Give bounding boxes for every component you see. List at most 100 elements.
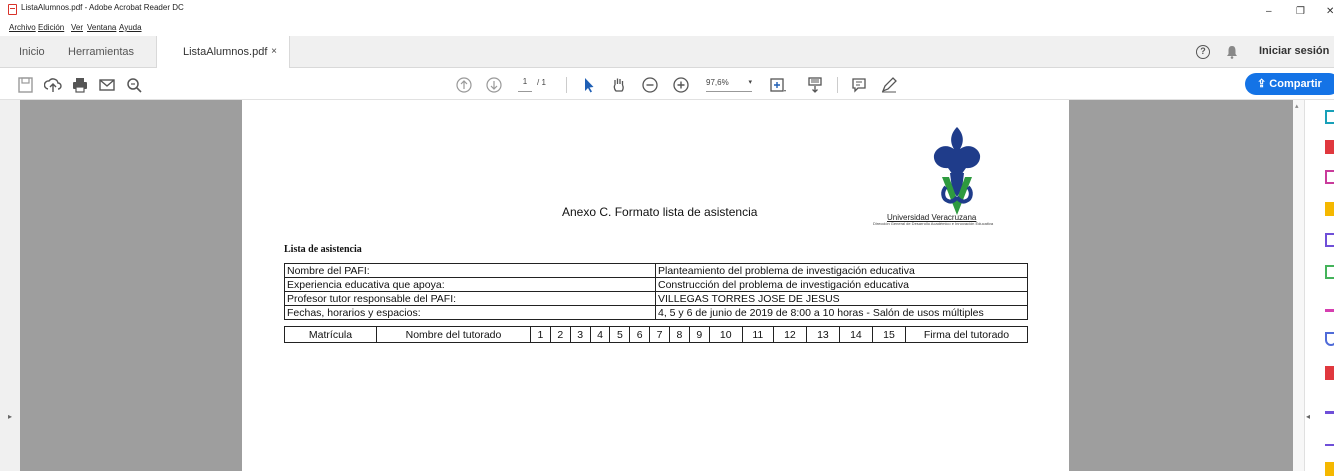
info-label: Nombre del PAFI:	[284, 263, 656, 278]
table-header-row: Matrícula Nombre del tutorado 1 2 3 4 5 …	[284, 326, 1028, 343]
zoom-select[interactable]: 97,6% ▾	[706, 78, 752, 92]
header-session: 13	[805, 326, 840, 343]
signin-link[interactable]: Iniciar sesión	[1259, 45, 1329, 57]
close-tab-icon[interactable]: ×	[271, 36, 277, 68]
organize-pages-icon[interactable]	[1325, 233, 1334, 247]
header-session: 3	[569, 326, 591, 343]
chevron-up-icon[interactable]: ▴	[1295, 102, 1299, 110]
pen-sign-icon[interactable]	[880, 76, 898, 94]
info-value: Construcción del problema de investigaci…	[655, 277, 1028, 292]
page-number-input[interactable]: 1	[518, 77, 532, 92]
info-value: 4, 5 y 6 de junio de 2019 de 8:00 a 10 h…	[655, 305, 1028, 320]
bell-icon[interactable]	[1226, 45, 1238, 59]
help-icon[interactable]: ?	[1196, 45, 1210, 59]
fill-sign-icon[interactable]	[1325, 298, 1334, 312]
table-row: Fechas, horarios y espacios: 4, 5 y 6 de…	[284, 305, 1028, 320]
zoom-out-icon[interactable]	[641, 76, 659, 94]
acrobat-icon	[8, 4, 17, 15]
email-icon[interactable]	[98, 76, 116, 94]
header-session: 5	[609, 326, 631, 343]
page-margin-left	[20, 100, 242, 471]
menu-ayuda[interactable]: Ayuda	[119, 23, 142, 32]
header-session: 2	[549, 326, 571, 343]
chevron-left-icon[interactable]: ◂	[1306, 412, 1310, 421]
comment-icon[interactable]	[850, 76, 868, 94]
edit-pdf-icon[interactable]	[1325, 366, 1334, 380]
compress-pdf-icon[interactable]	[1325, 265, 1334, 279]
tab-inicio[interactable]: Inicio	[19, 36, 45, 68]
pdf-page: Anexo C. Formato lista de asistencia Uni…	[242, 100, 1069, 471]
previous-page-icon[interactable]	[455, 76, 473, 94]
info-table: Nombre del PAFI: Planteamiento del probl…	[284, 263, 1028, 320]
chevron-right-icon: ▸	[8, 412, 13, 421]
page-margin-right	[1069, 100, 1293, 471]
document-viewport[interactable]: ▸ ▴ Anexo C. Formato lista de asistencia…	[0, 100, 1304, 471]
tab-document-label: ListaAlumnos.pdf	[183, 46, 268, 58]
info-value: VILLEGAS TORRES JOSE DE JESUS	[655, 291, 1028, 306]
protect-icon[interactable]	[1325, 332, 1334, 346]
header-session: 9	[688, 326, 710, 343]
tab-herramientas[interactable]: Herramientas	[68, 36, 134, 68]
menu-ver[interactable]: Ver	[71, 23, 83, 32]
info-value: Planteamiento del problema de investigac…	[655, 263, 1028, 278]
table-row: Profesor tutor responsable del PAFI: VIL…	[284, 291, 1028, 306]
tab-document[interactable]: ListaAlumnos.pdf ×	[156, 36, 290, 68]
scroll-mode-icon[interactable]	[806, 76, 824, 94]
fit-page-icon[interactable]	[768, 76, 786, 94]
create-pdf-icon[interactable]	[1325, 140, 1334, 154]
list-heading: Lista de asistencia	[284, 244, 362, 255]
measure-icon[interactable]	[1325, 400, 1334, 414]
search-icon[interactable]	[125, 76, 143, 94]
comment-tool-icon[interactable]	[1325, 202, 1334, 216]
select-cursor-icon[interactable]	[580, 76, 598, 94]
tools-pane: ◂	[1304, 100, 1334, 476]
vertical-scrollbar[interactable]: ▴	[1293, 100, 1304, 471]
university-subtitle: Dirección General de Desarrollo Académic…	[873, 221, 994, 226]
maximize-button[interactable]: ❐	[1296, 6, 1305, 17]
combine-files-icon[interactable]	[1325, 170, 1334, 184]
university-logo	[902, 127, 1012, 227]
more-tools-icon[interactable]	[1325, 432, 1334, 446]
header-session: 7	[649, 326, 671, 343]
send-review-icon[interactable]	[1325, 462, 1334, 476]
menu-ventana[interactable]: Ventana	[87, 23, 116, 32]
upload-cloud-icon[interactable]	[43, 76, 62, 94]
info-label: Profesor tutor responsable del PAFI:	[284, 291, 656, 306]
header-matricula: Matrícula	[284, 326, 377, 343]
share-button[interactable]: ⇪ Compartir	[1245, 73, 1334, 95]
window-title: ListaAlumnos.pdf - Adobe Acrobat Reader …	[21, 3, 184, 12]
export-pdf-icon[interactable]	[1325, 110, 1334, 124]
annex-title: Anexo C. Formato lista de asistencia	[562, 205, 758, 219]
header-session: 11	[741, 326, 774, 343]
header-session: 10	[708, 326, 743, 343]
toolbar: 1 / 1 97,6% ▾ ⇪ Compartir	[0, 69, 1334, 100]
header-nombre: Nombre del tutorado	[376, 326, 531, 343]
header-session: 8	[669, 326, 690, 343]
hand-tool-icon[interactable]	[610, 76, 628, 94]
menu-edicion[interactable]: Edición	[38, 23, 64, 32]
header-session: 4	[589, 326, 611, 343]
zoom-value: 97,6%	[706, 78, 729, 87]
close-window-button[interactable]: ✕	[1326, 6, 1334, 17]
chevron-down-icon: ▾	[748, 79, 752, 86]
left-panel-toggle[interactable]: ▸	[0, 100, 20, 471]
minimize-button[interactable]: –	[1266, 6, 1272, 17]
zoom-in-icon[interactable]	[672, 76, 690, 94]
header-session: 1	[530, 326, 551, 343]
menu-archivo[interactable]: Archivo	[9, 23, 36, 32]
save-icon[interactable]	[17, 76, 35, 94]
tab-bar: Inicio Herramientas ListaAlumnos.pdf × ?…	[0, 36, 1334, 68]
toolbar-separator	[837, 77, 838, 93]
title-bar: ListaAlumnos.pdf - Adobe Acrobat Reader …	[0, 0, 1334, 22]
page-total: / 1	[537, 78, 546, 87]
header-session: 6	[629, 326, 651, 343]
share-icon: ⇪	[1257, 78, 1270, 90]
header-session: 15	[871, 326, 907, 343]
print-icon[interactable]	[71, 76, 89, 94]
header-session: 14	[838, 326, 873, 343]
header-session: 12	[772, 326, 807, 343]
share-label: Compartir	[1269, 78, 1322, 90]
attendance-table: Matrícula Nombre del tutorado 1 2 3 4 5 …	[284, 326, 1028, 343]
next-page-icon[interactable]	[485, 76, 503, 94]
table-row: Experiencia educativa que apoya: Constru…	[284, 277, 1028, 292]
